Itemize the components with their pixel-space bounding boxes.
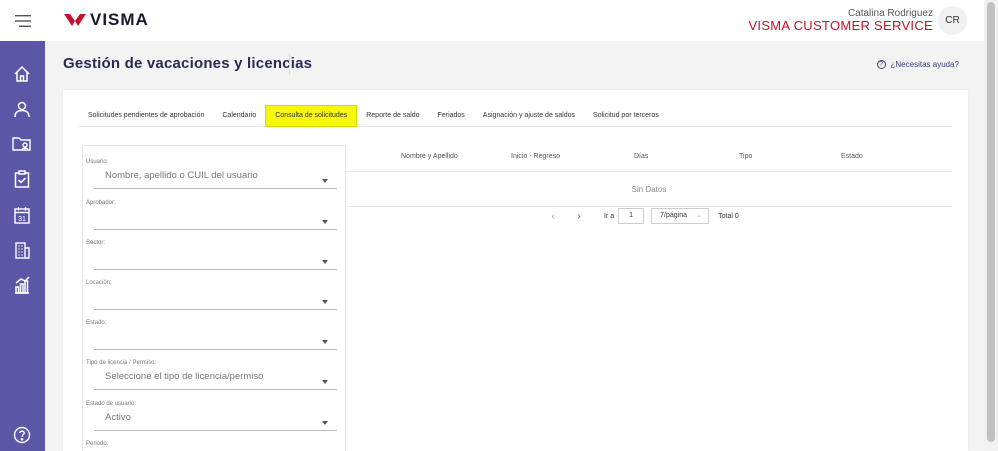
hamburger-icon [14,14,31,27]
menu-toggle-button[interactable] [0,0,45,41]
user-status-select[interactable]: Activo [94,409,337,431]
tab-holidays[interactable]: Feriados [429,105,474,127]
chart-icon[interactable] [11,274,33,296]
filter-panel: Usuario: Nombre, apellido o CUIL del usu… [82,145,346,451]
page-scrollbar[interactable] [984,0,998,451]
column-header-name[interactable]: Nombre y Apellido [401,153,458,160]
folder-users-icon[interactable] [11,133,33,155]
visma-logo[interactable]: VISMA [63,10,149,30]
caret-down-icon [322,421,328,425]
help-icon[interactable] [11,424,33,446]
caret-down-icon [322,260,328,264]
goto-page-input[interactable]: 1 [618,208,645,224]
empty-table-message: Sin Datos [346,172,952,207]
help-link-label: ¿Necesitas ayuda? [890,60,959,69]
caret-down-icon [322,300,328,304]
column-header-days[interactable]: Días [634,153,648,160]
filter-user-label: Usuario: [86,159,109,165]
filter-location-label: Locación: [86,280,112,286]
help-link[interactable]: ? ¿Necesitas ayuda? [876,60,959,69]
home-icon[interactable] [11,63,33,85]
caret-down-icon [322,340,328,344]
column-header-type[interactable]: Tipo [739,153,752,160]
page-title: Gestión de vacaciones y licencias [63,55,313,72]
filter-approver-label: Aprobador: [86,200,116,206]
question-circle-icon: ? [876,60,886,69]
brand-name: VISMA [90,10,149,29]
filter-leave-type-label: Tipo de licencia / Permiso: [86,360,157,366]
caret-down-icon [322,220,328,224]
leave-type-select[interactable]: Seleccione el tipo de licencia/permiso [94,368,337,390]
calendar-icon[interactable]: 31 [11,204,33,226]
scrollbar-thumb[interactable] [987,2,995,442]
filter-period-label: Periodo: [86,441,109,447]
chevron-right-icon[interactable]: › [573,211,585,222]
table-header: Nombre y Apellido Inicio - Regreso Días … [346,150,952,172]
filter-status-label: Estado: [86,320,107,326]
tab-balance-assignment[interactable]: Asignación y ajuste de saldos [474,105,584,127]
visma-mark-icon [64,14,86,26]
goto-label: Ir a [604,212,615,220]
tab-request-query[interactable]: Consulta de solicitudes [265,105,358,127]
tab-third-party-request[interactable]: Solicitud por terceros [584,105,668,127]
filter-sector: Sector: [86,240,338,270]
tab-pending-approvals[interactable]: Solicitudes pendientes de aprobación [79,105,213,127]
tab-calendar[interactable]: Calendario [213,105,265,127]
column-header-status[interactable]: Estado [841,153,863,160]
filter-sector-label: Sector: [86,240,106,246]
top-bar: VISMA Catalina Rodriguez VISMA CUSTOMER … [45,0,998,41]
building-icon[interactable] [11,239,33,261]
filter-location: Locación: [86,280,338,310]
content-card: Solicitudes pendientes de aprobación Cal… [63,90,968,451]
status-select[interactable] [94,328,337,350]
filter-user: Usuario: Nombre, apellido o CUIL del usu… [86,159,338,189]
user-status-select-value: Activo [105,412,131,423]
sector-select[interactable] [94,248,337,270]
filter-approver: Aprobador: [86,200,338,230]
caret-down-icon [322,380,328,384]
company-name[interactable]: VISMA CUSTOMER SERVICE [748,18,933,33]
user-select[interactable]: Nombre, apellido o CUIL del usuario [94,167,337,189]
user-select-placeholder: Nombre, apellido o CUIL del usuario [105,170,258,181]
page-size-select[interactable]: 7/página ⌄ [651,208,710,224]
leave-type-select-placeholder: Seleccione el tipo de licencia/permiso [105,371,264,382]
chevron-down-icon: ⌄ [696,212,703,219]
tab-balance-report[interactable]: Reporte de saldo [357,105,428,127]
page-size-value: 7/página [660,212,687,219]
total-count: Total 0 [718,212,739,220]
user-icon[interactable] [11,98,33,120]
caret-down-icon [322,179,328,183]
chevron-left-icon[interactable]: ‹ [547,211,559,222]
pagination: ‹ › Ir a 1 7/página ⌄ Total 0 [547,208,739,224]
filter-user-status: Estado de usuario: Activo [86,401,338,431]
column-header-dates[interactable]: Inicio - Regreso [511,153,560,160]
svg-text:31: 31 [18,216,26,223]
avatar[interactable]: CR [938,6,967,35]
filter-user-status-label: Estado de usuario: [86,401,137,407]
sidebar: 31 [0,0,45,451]
tab-bar: Solicitudes pendientes de aprobación Cal… [79,105,952,127]
approver-select[interactable] [94,208,337,230]
title-divider [289,54,290,75]
filter-status: Estado: [86,320,338,350]
clipboard-check-icon[interactable] [11,168,33,190]
filter-leave-type: Tipo de licencia / Permiso: Seleccione e… [86,360,338,390]
filter-period: Periodo: [86,441,338,447]
location-select[interactable] [94,288,337,310]
